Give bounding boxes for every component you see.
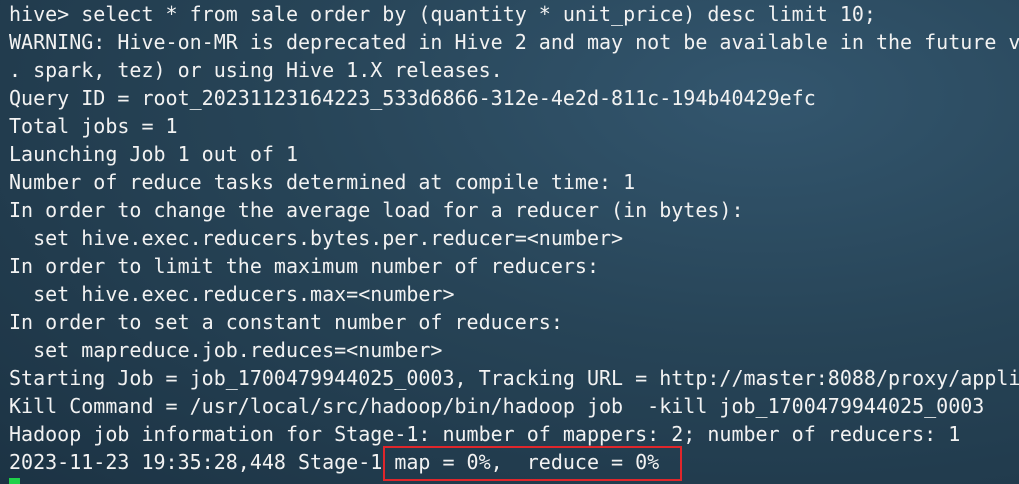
terminal-cursor[interactable] [9, 478, 20, 484]
terminal-line: Number of reduce tasks determined at com… [9, 170, 636, 194]
terminal-line: . spark, tez) or using Hive 1.X releases… [9, 58, 503, 82]
terminal-line: Starting Job = job_1700479944025_0003, T… [9, 366, 1019, 390]
highlight-box [383, 446, 682, 481]
terminal-line: In order to change the average load for … [9, 198, 744, 222]
terminal-line: In order to set a constant number of red… [9, 310, 563, 334]
terminal-line: WARNING: Hive-on-MR is deprecated in Hiv… [9, 30, 1019, 54]
terminal-line: Kill Command = /usr/local/src/hadoop/bin… [9, 394, 985, 418]
terminal-line: Hadoop job information for Stage-1: numb… [9, 422, 961, 446]
terminal-line: In order to limit the maximum number of … [9, 254, 600, 278]
terminal-line: Launching Job 1 out of 1 [9, 142, 298, 166]
terminal-line: hive> select * from sale order by (quant… [9, 2, 876, 26]
terminal-line: Query ID = root_20231123164223_533d6866-… [9, 86, 816, 110]
terminal-line: set hive.exec.reducers.max=<number> [9, 282, 455, 306]
terminal-line: Total jobs = 1 [9, 114, 178, 138]
terminal-output: hive> select * from sale order by (quant… [9, 0, 1019, 476]
terminal-line: set hive.exec.reducers.bytes.per.reducer… [9, 226, 624, 250]
terminal-line: set mapreduce.job.reduces=<number> [9, 338, 443, 362]
